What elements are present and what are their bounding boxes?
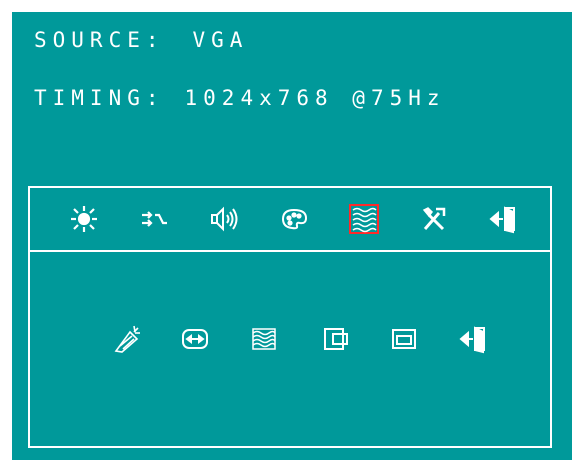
- exit-icon[interactable]: [457, 322, 491, 356]
- source-value: VGA: [192, 28, 249, 52]
- source-line: SOURCE: VGA: [34, 28, 248, 52]
- timing-label: TIMING:: [34, 86, 165, 110]
- timing-line: TIMING: 1024x768 @75Hz: [34, 86, 446, 110]
- timing-value: 1024x768 @75Hz: [184, 86, 446, 110]
- color-palette-icon[interactable]: [277, 202, 311, 236]
- brightness-icon[interactable]: [67, 202, 101, 236]
- volume-icon[interactable]: [207, 202, 241, 236]
- image-setting-icon[interactable]: [347, 202, 381, 236]
- panel-divider: [30, 250, 550, 252]
- clock-width-icon[interactable]: [178, 322, 212, 356]
- osd-window: SOURCE: VGA TIMING: 1024x768 @75Hz: [12, 12, 572, 460]
- phase-icon[interactable]: [247, 322, 281, 356]
- menu-panel: [28, 186, 552, 448]
- tools-icon[interactable]: [417, 202, 451, 236]
- input-select-icon[interactable]: [137, 202, 171, 236]
- h-position-icon[interactable]: [319, 322, 353, 356]
- exit-icon[interactable]: [487, 202, 521, 236]
- source-label: SOURCE:: [34, 28, 165, 52]
- v-position-icon[interactable]: [387, 322, 421, 356]
- auto-adjust-icon[interactable]: [110, 322, 144, 356]
